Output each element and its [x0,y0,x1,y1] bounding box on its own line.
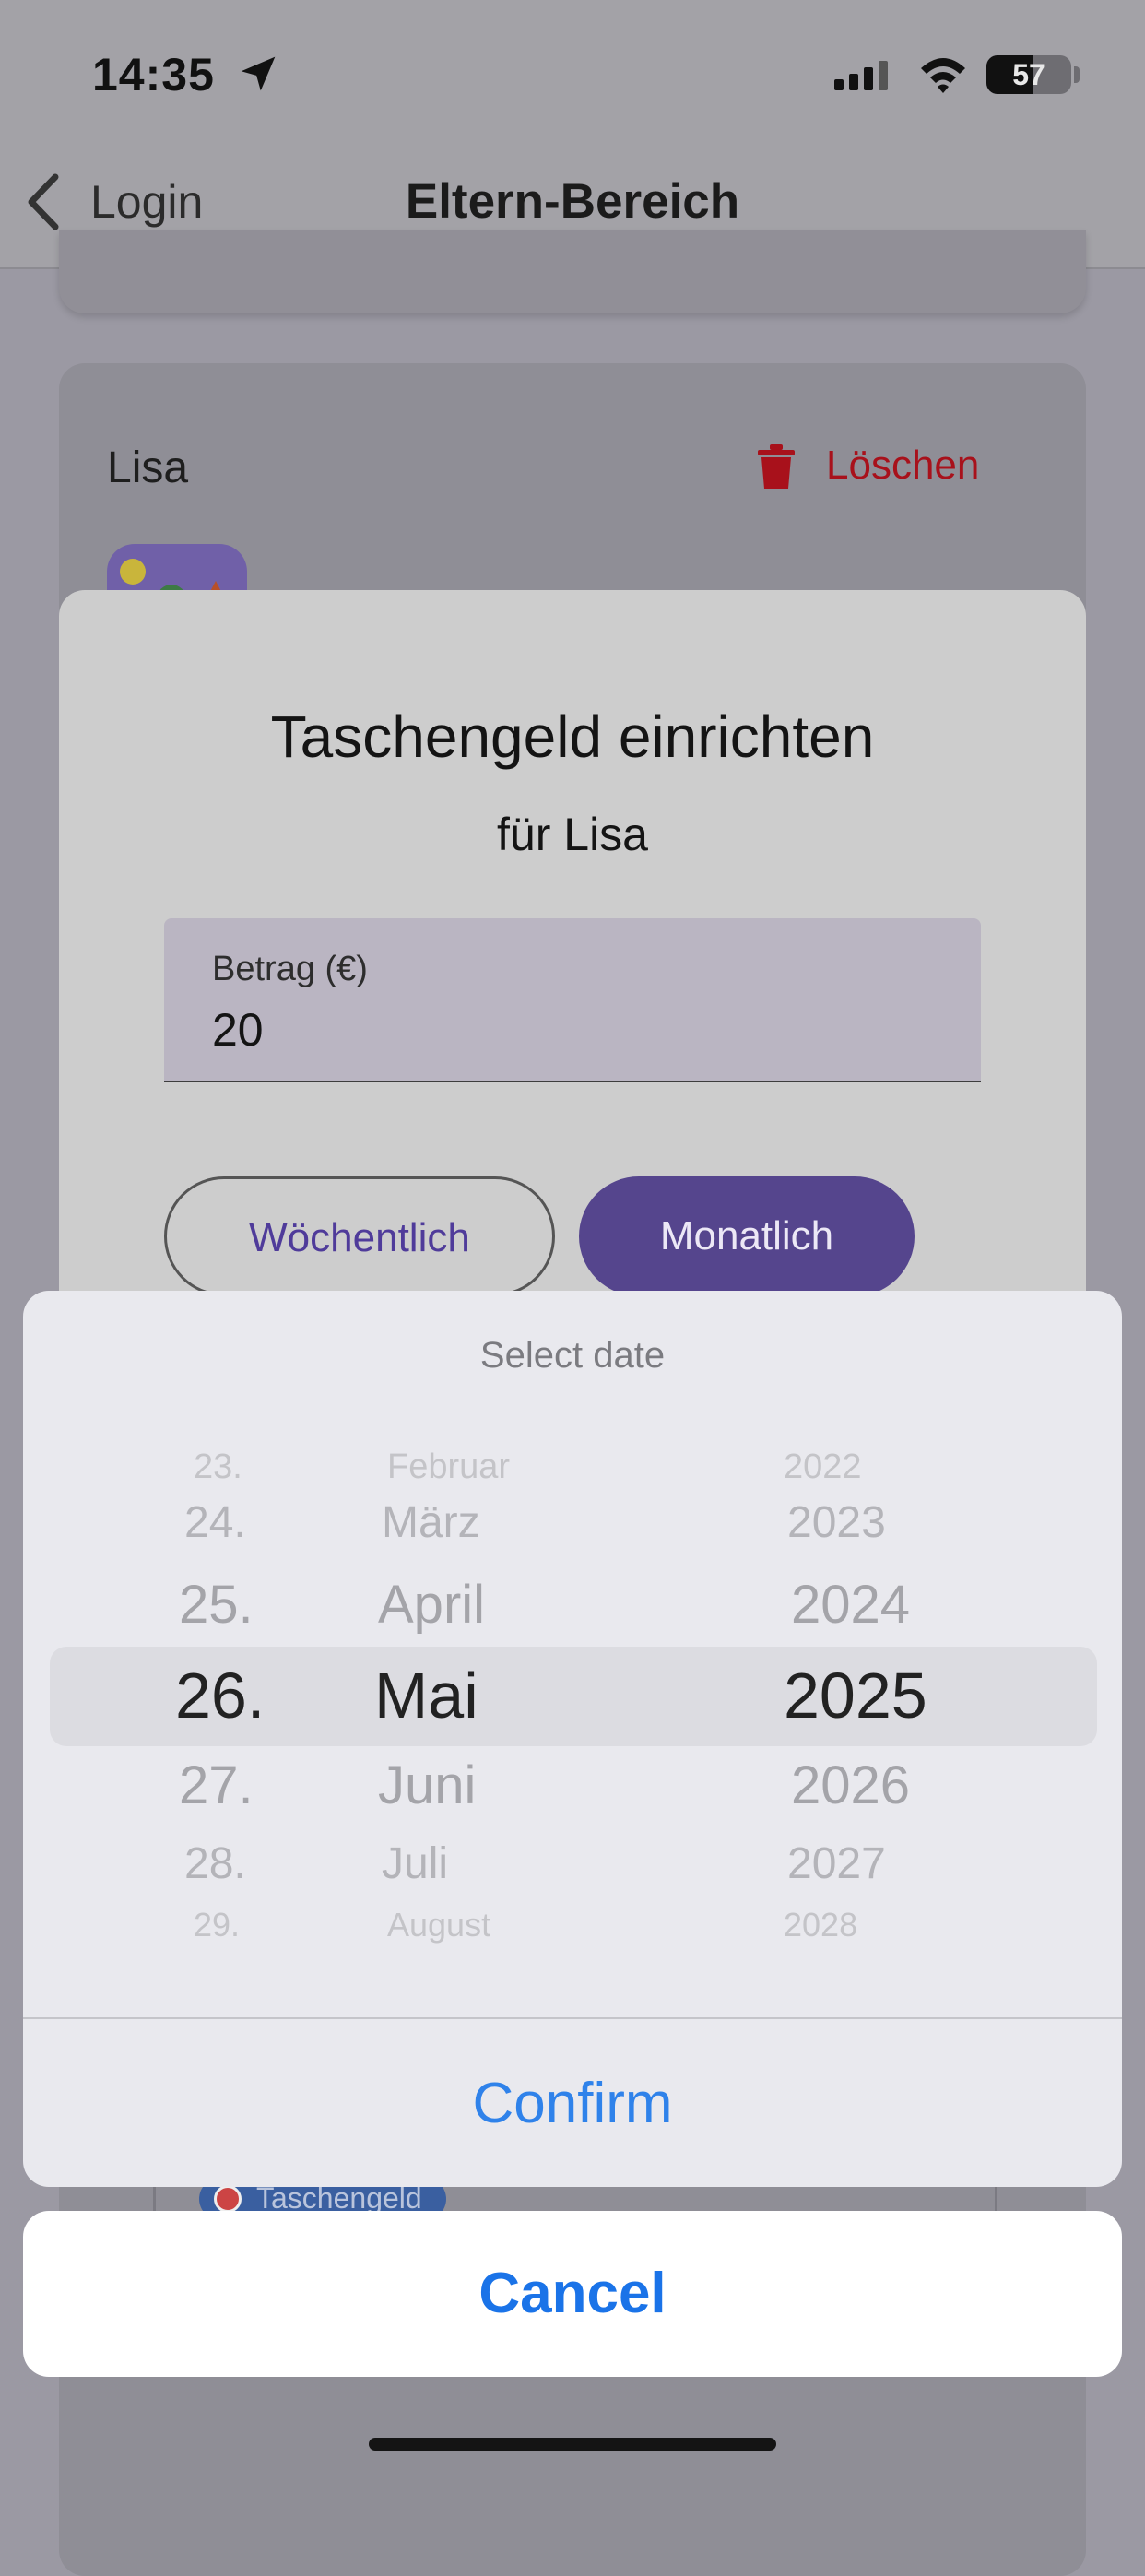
month-option[interactable]: August [387,1908,490,1942]
month-option[interactable]: Februar [387,1449,510,1484]
day-option[interactable]: 23. [194,1449,242,1484]
date-picker-title: Select date [479,1335,666,1376]
year-option[interactable]: 2027 [787,1842,886,1886]
month-option-selected[interactable]: Mai [374,1663,478,1728]
year-option[interactable]: 2024 [791,1578,910,1632]
sheet-divider [23,2017,1122,2019]
day-option[interactable]: 24. [184,1501,246,1545]
previous-child-card [59,230,1086,313]
trash-icon[interactable] [756,444,797,490]
page-title: Eltern-Bereich [405,174,740,229]
year-option[interactable]: 2023 [787,1501,886,1545]
day-option[interactable]: 25. [179,1578,254,1632]
status-time: 14:35 [92,49,215,100]
wifi-icon [921,58,965,93]
year-option[interactable]: 2026 [791,1759,910,1813]
day-option[interactable]: 27. [179,1759,254,1813]
amount-field-value[interactable]: 20 [212,1003,264,1057]
dialog-title: Taschengeld einrichten [270,703,875,770]
battery-nub [1074,66,1080,83]
amount-field-label: Betrag (€) [212,950,368,988]
year-option[interactable]: 2028 [784,1908,857,1942]
cancel-button[interactable]: Cancel [23,2261,1122,2326]
child-name: Lisa [107,443,189,492]
day-option[interactable]: 29. [194,1908,240,1942]
amount-field[interactable] [164,918,981,1082]
month-option[interactable]: April [378,1578,485,1632]
month-option[interactable]: März [382,1501,480,1545]
battery-percentage: 57 [1012,58,1045,91]
weekly-button-label[interactable]: Wöchentlich [164,1215,555,1261]
home-indicator[interactable] [369,2438,776,2451]
monthly-button-label[interactable]: Monatlich [579,1213,915,1259]
day-option-selected[interactable]: 26. [175,1663,265,1728]
location-arrow-icon [241,56,276,91]
delete-button[interactable]: Löschen [826,443,979,489]
year-option[interactable]: 2022 [784,1449,862,1484]
day-option[interactable]: 28. [184,1842,246,1886]
cellular-signal-icon [834,61,888,90]
target-icon [214,2185,242,2213]
dialog-subtitle: für Lisa [497,809,648,860]
month-option[interactable]: Juli [382,1842,448,1886]
confirm-button[interactable]: Confirm [23,2071,1122,2136]
month-option[interactable]: Juni [378,1759,476,1813]
year-option-selected[interactable]: 2025 [784,1663,927,1728]
